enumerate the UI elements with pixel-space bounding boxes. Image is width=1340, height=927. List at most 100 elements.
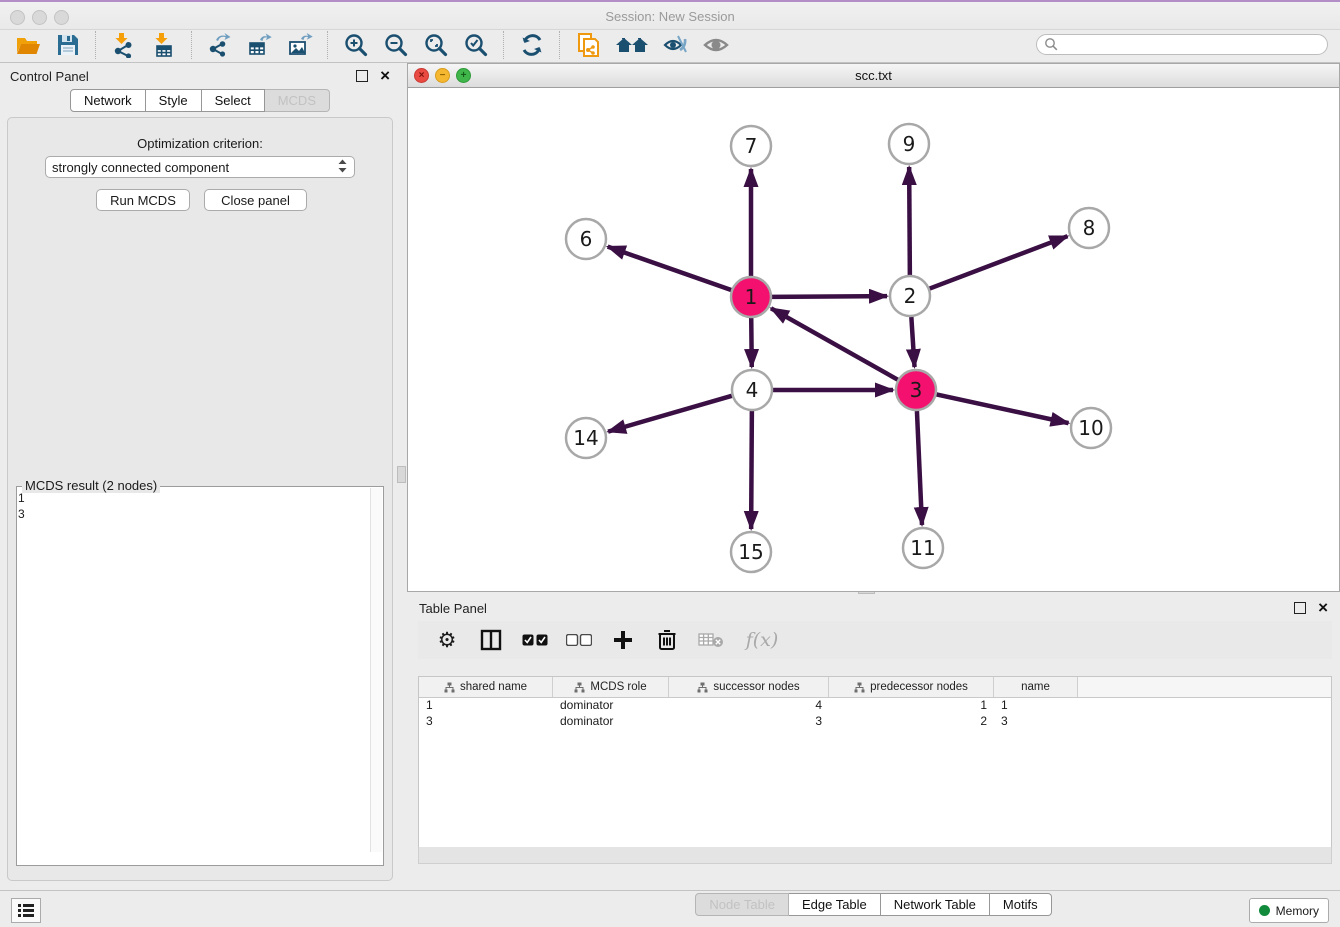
column-header-MCDS-role[interactable]: MCDS role: [553, 677, 669, 697]
svg-text:1: 1: [745, 285, 758, 309]
hide-graphics-details-icon[interactable]: [661, 31, 691, 59]
open-session-icon[interactable]: [13, 31, 43, 59]
zoom-in-icon[interactable]: [341, 31, 371, 59]
graph-edge-1-2[interactable]: [772, 296, 887, 297]
graph-edge-1-6[interactable]: [608, 247, 731, 290]
vertical-splitter-handle[interactable]: [397, 466, 406, 483]
task-history-button[interactable]: [11, 898, 41, 923]
graph-edge-3-1[interactable]: [771, 308, 898, 379]
refresh-icon[interactable]: [517, 31, 547, 59]
graph-node-11[interactable]: 11: [903, 528, 943, 568]
svg-text:4: 4: [746, 378, 759, 402]
table-row[interactable]: 3dominator323: [419, 714, 1331, 730]
show-columns-icon[interactable]: [476, 625, 506, 655]
graph-node-7[interactable]: 7: [731, 126, 771, 166]
table-cell[interactable]: 4: [669, 698, 829, 714]
table-cell[interactable]: 1: [829, 698, 994, 714]
close-table-panel-icon[interactable]: ×: [1318, 603, 1328, 613]
deselect-all-rows-icon[interactable]: [564, 625, 594, 655]
table-cell[interactable]: dominator: [553, 698, 669, 714]
table-row[interactable]: 1dominator411: [419, 698, 1331, 714]
svg-text:7: 7: [745, 134, 758, 158]
toolbar-separator: [95, 31, 97, 59]
graph-node-6[interactable]: 6: [566, 219, 606, 259]
delete-table-icon[interactable]: [696, 625, 726, 655]
table-cell[interactable]: 3: [994, 714, 1078, 730]
zoom-out-icon[interactable]: [381, 31, 411, 59]
function-builder-icon[interactable]: f(x): [740, 625, 784, 655]
tab-select[interactable]: Select: [202, 89, 265, 112]
export-image-icon[interactable]: [285, 31, 315, 59]
network-graph-canvas[interactable]: 7 9 6 8 1 2 4 3 14 10 15 11: [408, 87, 1339, 591]
node-table[interactable]: shared nameMCDS rolesuccessor nodesprede…: [418, 676, 1332, 848]
export-network-icon[interactable]: [205, 31, 235, 59]
svg-text:2: 2: [904, 284, 917, 308]
add-column-icon[interactable]: [608, 625, 638, 655]
table-cell[interactable]: 3: [669, 714, 829, 730]
tab-mcds[interactable]: MCDS: [265, 89, 330, 112]
graph-edge-1-4[interactable]: [751, 318, 752, 367]
graph-edge-4-15[interactable]: [751, 411, 752, 529]
search-box[interactable]: [1036, 34, 1328, 55]
tab-network[interactable]: Network: [70, 89, 146, 112]
float-table-panel-icon[interactable]: [1294, 602, 1306, 614]
tab-style[interactable]: Style: [146, 89, 202, 112]
graph-node-15[interactable]: 15: [731, 532, 771, 572]
criterion-select[interactable]: strongly connected component: [45, 156, 355, 178]
close-panel-icon[interactable]: ×: [380, 71, 390, 81]
graph-node-14[interactable]: 14: [566, 418, 606, 458]
table-cell[interactable]: 1: [419, 698, 553, 714]
select-stepper-icon: [337, 159, 348, 176]
export-table-icon[interactable]: [245, 31, 275, 59]
table-cell[interactable]: dominator: [553, 714, 669, 730]
zoom-selected-icon[interactable]: [461, 31, 491, 59]
search-input[interactable]: [1059, 36, 1327, 54]
result-scrollbar[interactable]: [370, 488, 382, 852]
column-header-shared-name[interactable]: shared name: [419, 677, 553, 697]
save-session-icon[interactable]: [53, 31, 83, 59]
graph-edge-3-10[interactable]: [937, 394, 1069, 423]
svg-text:10: 10: [1078, 416, 1103, 440]
column-header-successor-nodes[interactable]: successor nodes: [669, 677, 829, 697]
svg-text:14: 14: [573, 426, 598, 450]
column-header-predecessor-nodes[interactable]: predecessor nodes: [829, 677, 994, 697]
graph-node-10[interactable]: 10: [1071, 408, 1111, 448]
window-titlebar: Session: New Session: [0, 0, 1340, 30]
column-settings-gear-icon[interactable]: ⚙: [432, 625, 462, 655]
float-panel-icon[interactable]: [356, 70, 368, 82]
delete-column-icon[interactable]: [652, 625, 682, 655]
graph-edge-2-3[interactable]: [911, 317, 914, 367]
graph-edge-2-8[interactable]: [930, 236, 1068, 288]
run-mcds-button[interactable]: Run MCDS: [96, 189, 190, 211]
zoom-fit-icon[interactable]: [421, 31, 451, 59]
toolbar-separator: [559, 31, 561, 59]
graph-edge-2-9[interactable]: [909, 167, 910, 275]
graph-node-2[interactable]: 2: [890, 276, 930, 316]
graph-node-1[interactable]: 1: [731, 277, 771, 317]
graph-edge-3-11[interactable]: [917, 411, 922, 525]
import-table-icon[interactable]: [149, 31, 179, 59]
table-cell[interactable]: 3: [419, 714, 553, 730]
tab-node-table[interactable]: Node Table: [695, 893, 789, 916]
tab-network-table[interactable]: Network Table: [881, 893, 990, 916]
graph-edge-4-14[interactable]: [608, 396, 732, 432]
home-layout-icon[interactable]: [613, 31, 651, 59]
select-all-rows-icon[interactable]: [520, 625, 550, 655]
graph-node-8[interactable]: 8: [1069, 208, 1109, 248]
tab-edge-table[interactable]: Edge Table: [789, 893, 881, 916]
column-header-name[interactable]: name: [994, 677, 1078, 697]
import-network-icon[interactable]: [109, 31, 139, 59]
graph-node-9[interactable]: 9: [889, 124, 929, 164]
clone-network-icon[interactable]: [573, 31, 603, 59]
table-hscrollbar[interactable]: [418, 847, 1332, 864]
mcds-result-text[interactable]: 1 3: [18, 490, 370, 850]
window-title: Session: New Session: [0, 9, 1340, 24]
graph-node-4[interactable]: 4: [732, 370, 772, 410]
show-graphics-details-icon[interactable]: [701, 31, 731, 59]
network-window-titlebar: scc.txt × − +: [408, 64, 1339, 88]
table-cell[interactable]: 1: [994, 698, 1078, 714]
table-cell[interactable]: 2: [829, 714, 994, 730]
close-panel-button[interactable]: Close panel: [204, 189, 307, 211]
graph-node-3[interactable]: 3: [896, 370, 936, 410]
tab-motifs[interactable]: Motifs: [990, 893, 1052, 916]
